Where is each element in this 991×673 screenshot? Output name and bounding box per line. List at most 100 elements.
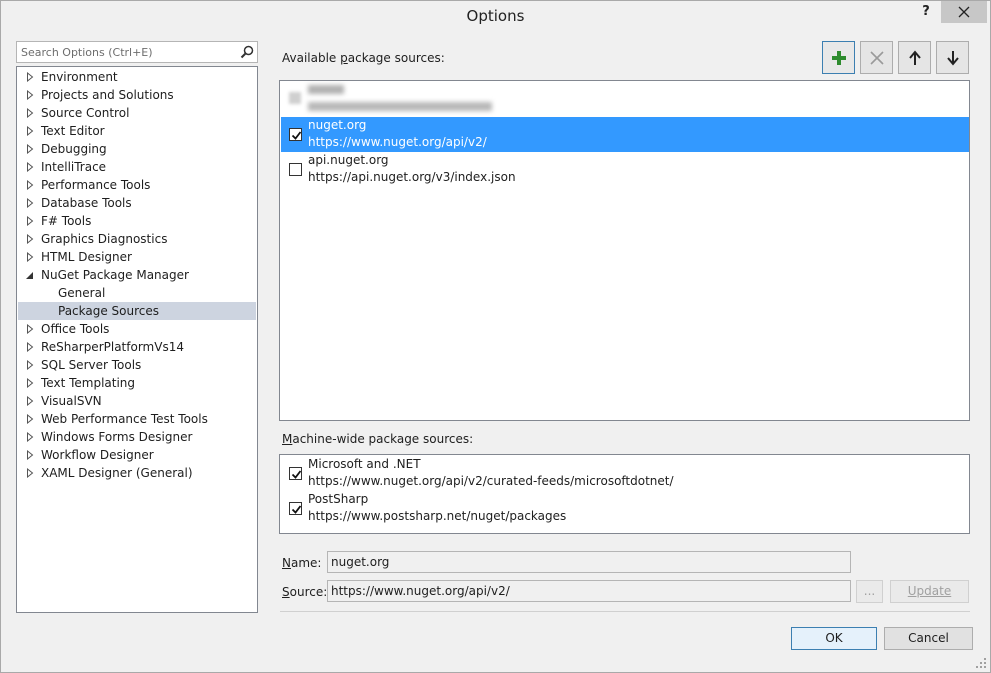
- collapsed-arrow-icon[interactable]: [26, 414, 34, 424]
- tree-item[interactable]: Performance Tools: [18, 176, 256, 194]
- collapsed-arrow-icon[interactable]: [26, 432, 34, 442]
- plus-icon: [832, 51, 846, 65]
- tree-item[interactable]: Windows Forms Designer: [18, 428, 256, 446]
- options-dialog: Options ? Environment Projects and Soluti…: [0, 0, 991, 673]
- tree-item-label: Windows Forms Designer: [41, 430, 193, 444]
- tree-item-label: IntelliTrace: [41, 160, 107, 174]
- collapsed-arrow-icon[interactable]: [26, 162, 34, 172]
- name-input[interactable]: [331, 554, 827, 570]
- cancel-button[interactable]: Cancel: [884, 627, 973, 650]
- move-down-button[interactable]: [936, 41, 969, 74]
- collapsed-arrow-icon[interactable]: [26, 108, 34, 118]
- source-name: nuget.org: [308, 118, 367, 132]
- collapsed-arrow-icon[interactable]: [26, 324, 34, 334]
- source-row[interactable]: Microsoft and .NET https://www.nuget.org/…: [281, 456, 969, 491]
- tree-item[interactable]: Environment: [18, 68, 256, 86]
- tree-item-label: Workflow Designer: [41, 448, 154, 462]
- tree-item-label: Performance Tools: [41, 178, 151, 192]
- tree-item[interactable]: IntelliTrace: [18, 158, 256, 176]
- expanded-arrow-icon[interactable]: [26, 270, 34, 280]
- source-row[interactable]: PostSharp https://www.postsharp.net/nuget…: [281, 491, 969, 526]
- source-enabled-checkbox[interactable]: [289, 467, 302, 480]
- source-enabled-checkbox[interactable]: [289, 163, 302, 176]
- collapsed-arrow-icon[interactable]: [26, 126, 34, 136]
- tree-item-label: General: [58, 286, 106, 300]
- redacted-url: [308, 102, 492, 111]
- tree-item[interactable]: F# Tools: [18, 212, 256, 230]
- tree-item[interactable]: Source Control: [18, 104, 256, 122]
- name-field: [327, 551, 851, 573]
- collapsed-arrow-icon[interactable]: [26, 360, 34, 370]
- source-row[interactable]: nuget.org https://www.nuget.org/api/v2/: [281, 117, 969, 152]
- tree-child-item[interactable]: Package Sources: [18, 302, 256, 320]
- collapsed-arrow-icon[interactable]: [26, 396, 34, 406]
- collapsed-arrow-icon[interactable]: [26, 342, 34, 352]
- update-button[interactable]: Update: [890, 580, 969, 603]
- help-button[interactable]: ?: [915, 3, 937, 23]
- tree-item[interactable]: SQL Server Tools: [18, 356, 256, 374]
- source-label: Source:: [282, 585, 328, 599]
- collapsed-arrow-icon[interactable]: [26, 216, 34, 226]
- check-icon: [291, 470, 302, 479]
- tree-item[interactable]: Debugging: [18, 140, 256, 158]
- search-icon[interactable]: [240, 45, 254, 59]
- source-name: api.nuget.org: [308, 153, 389, 167]
- tree-item[interactable]: Office Tools: [18, 320, 256, 338]
- collapsed-arrow-icon[interactable]: [26, 450, 34, 460]
- tree-item[interactable]: Workflow Designer: [18, 446, 256, 464]
- tree-item-label: Projects and Solutions: [41, 88, 174, 102]
- collapsed-arrow-icon[interactable]: [26, 90, 34, 100]
- source-url: https://api.nuget.org/v3/index.json: [308, 170, 516, 184]
- tree-item[interactable]: Graphics Diagnostics: [18, 230, 256, 248]
- available-sources-label: Available package sources:: [282, 51, 445, 65]
- source-enabled-checkbox[interactable]: [289, 128, 302, 141]
- tree-item[interactable]: NuGet Package Manager: [18, 266, 256, 284]
- check-icon: [291, 505, 302, 514]
- tree-item[interactable]: HTML Designer: [18, 248, 256, 266]
- collapsed-arrow-icon[interactable]: [26, 72, 34, 82]
- tree-item-label: SQL Server Tools: [41, 358, 142, 372]
- tree-item[interactable]: ReSharperPlatformVs14: [18, 338, 256, 356]
- tree-item-label: Web Performance Test Tools: [41, 412, 208, 426]
- tree-item-label: NuGet Package Manager: [41, 268, 189, 282]
- source-enabled-checkbox[interactable]: [289, 502, 302, 515]
- tree-item-label: XAML Designer (General): [41, 466, 193, 480]
- tree-item[interactable]: VisualSVN: [18, 392, 256, 410]
- move-up-button[interactable]: [898, 41, 931, 74]
- source-input[interactable]: [331, 583, 827, 599]
- tree-item[interactable]: Text Templating: [18, 374, 256, 392]
- tree-item[interactable]: Web Performance Test Tools: [18, 410, 256, 428]
- tree-item-label: Text Editor: [41, 124, 105, 138]
- collapsed-arrow-icon[interactable]: [26, 252, 34, 262]
- search-input[interactable]: [21, 44, 231, 60]
- options-tree: Environment Projects and Solutions Source …: [16, 66, 258, 613]
- footer-separator: [280, 611, 970, 612]
- collapsed-arrow-icon[interactable]: [26, 468, 34, 478]
- source-row[interactable]: api.nuget.org https://api.nuget.org/v3/in…: [281, 152, 969, 187]
- tree-item-label: HTML Designer: [41, 250, 132, 264]
- remove-source-button[interactable]: [860, 41, 893, 74]
- close-icon: [958, 6, 970, 18]
- resize-grip-icon[interactable]: [976, 658, 986, 668]
- tree-item[interactable]: XAML Designer (General): [18, 464, 256, 482]
- collapsed-arrow-icon[interactable]: [26, 180, 34, 190]
- collapsed-arrow-icon[interactable]: [26, 234, 34, 244]
- tree-child-item[interactable]: General: [18, 284, 256, 302]
- name-label: Name:: [282, 556, 322, 570]
- tree-item[interactable]: Database Tools: [18, 194, 256, 212]
- tree-item-label: Graphics Diagnostics: [41, 232, 168, 246]
- tree-item-label: Environment: [41, 70, 118, 84]
- tree-item[interactable]: Text Editor: [18, 122, 256, 140]
- collapsed-arrow-icon[interactable]: [26, 144, 34, 154]
- add-source-button[interactable]: [822, 41, 855, 74]
- collapsed-arrow-icon[interactable]: [26, 378, 34, 388]
- browse-button[interactable]: ...: [856, 580, 883, 603]
- tree-item[interactable]: Projects and Solutions: [18, 86, 256, 104]
- redacted-checkbox: [289, 92, 301, 104]
- tree-item-label: Text Templating: [41, 376, 136, 390]
- collapsed-arrow-icon[interactable]: [26, 198, 34, 208]
- ok-button[interactable]: OK: [791, 627, 877, 650]
- close-button[interactable]: [941, 1, 987, 23]
- tree-item-label: Source Control: [41, 106, 130, 120]
- arrow-up-icon: [909, 50, 921, 65]
